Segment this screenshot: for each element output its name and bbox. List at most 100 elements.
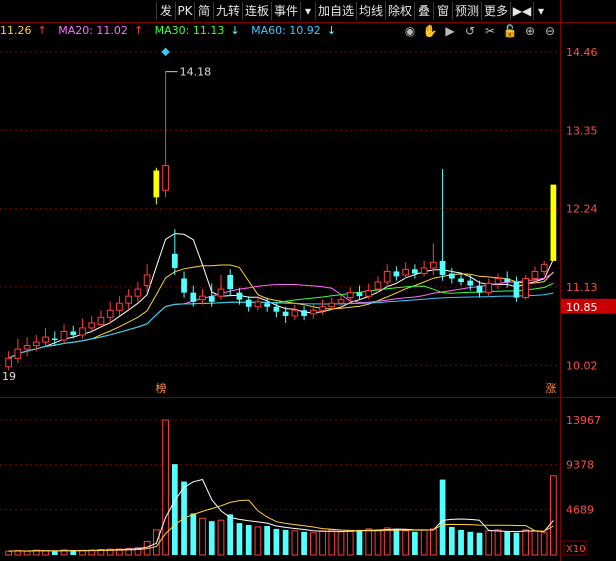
volume-bar	[374, 529, 382, 556]
left-tail-label: 19	[2, 370, 16, 383]
candle-body	[420, 267, 428, 275]
volume-bar	[245, 525, 252, 555]
ma30-line	[8, 282, 554, 359]
toolbar-button-10[interactable]: 叠	[414, 2, 433, 20]
volume-unit-label: X10	[566, 544, 586, 555]
zoom-in-icon[interactable]: ⊕	[522, 23, 538, 39]
hand-icon[interactable]: ✋	[422, 23, 438, 39]
refresh-icon[interactable]: ↺	[462, 23, 478, 39]
price-tick-label: 10.02	[566, 359, 598, 372]
volume-bar	[309, 532, 317, 556]
toolbar-button-5[interactable]: 事件	[271, 2, 300, 20]
current-price-label: 10.85	[566, 301, 598, 314]
candle-body	[5, 357, 12, 368]
volume-bar	[125, 547, 133, 556]
ma-lines	[8, 233, 554, 359]
volume-bar	[540, 532, 548, 556]
volume-bar	[522, 529, 530, 556]
volume-bar	[51, 551, 58, 555]
volume-bar	[5, 550, 12, 556]
toolbar-button-13[interactable]: 更多	[481, 2, 510, 20]
volume-bar	[181, 481, 187, 555]
price-tick-label: 13.35	[566, 124, 598, 137]
candle-body	[337, 299, 345, 304]
volume-bar	[439, 479, 446, 555]
volume-bar	[14, 550, 22, 556]
toolbar-button-11[interactable]: 窗	[433, 2, 452, 20]
top-toolbar: 发 PK 简九转 连板 事件 ▾ 加自选 均线 除权叠窗预测 更多 ▶◀ ▾	[0, 0, 616, 22]
volume-bar	[97, 549, 105, 556]
candle-body	[365, 290, 373, 297]
volume-bar	[70, 550, 77, 555]
candle-body	[181, 278, 187, 293]
volume-bar	[143, 540, 151, 556]
volume-bar	[208, 521, 215, 555]
eye-icon[interactable]: ◉	[402, 23, 418, 39]
toolbar-button-0[interactable]: 发	[156, 2, 175, 20]
chart-grid	[0, 0, 616, 561]
candle-body	[227, 274, 234, 290]
toolbar-button-4[interactable]: 连板	[242, 2, 271, 20]
candle-body	[540, 263, 548, 272]
scissors-icon[interactable]: ✂	[482, 23, 498, 39]
toolbar-button-6[interactable]: ▾	[300, 2, 315, 20]
toolbar-button-3[interactable]: 九转	[213, 2, 242, 20]
price-axis: 14.46 13.35 12.24 11.13 10.02 10.85 13967 9378 4…	[561, 46, 616, 556]
high-marker-diamond	[161, 47, 170, 57]
price-tick-label: 12.24	[566, 203, 598, 216]
zoom-out-icon[interactable]: ⊖	[542, 23, 558, 39]
candle-body	[273, 306, 280, 312]
arrow-up-icon: ↑	[37, 24, 47, 37]
volume-bar	[60, 549, 68, 556]
volume-bar	[106, 548, 114, 556]
toolbar-button-12[interactable]: 预测	[452, 2, 481, 20]
candle-body	[32, 341, 40, 347]
toolbar-button-2[interactable]: 简	[194, 2, 213, 20]
candle-body	[97, 316, 105, 325]
lock-icon[interactable]: 🔓	[502, 23, 518, 39]
toolbar-button-8[interactable]: 均线	[356, 2, 385, 20]
volume-bar	[448, 526, 455, 555]
candle-body	[14, 348, 22, 359]
candle-body	[393, 271, 400, 277]
arrow-up-icon: ↑	[133, 24, 144, 37]
candle-body	[412, 269, 418, 274]
marker-zhang: 涨	[545, 382, 556, 395]
play-icon[interactable]: ▶	[442, 23, 458, 39]
candle-body	[531, 270, 539, 280]
ma20-value: MA20: 11.02 ↑	[58, 24, 144, 37]
volume-bar	[337, 531, 345, 556]
candle-body	[374, 281, 382, 290]
candle-body	[291, 309, 299, 317]
volume-bar	[134, 547, 142, 556]
volume-bar	[531, 530, 539, 556]
volume-bar	[282, 529, 289, 555]
candle-body	[60, 330, 68, 341]
volume-bar	[402, 530, 410, 556]
candle-body	[309, 309, 317, 315]
toolbar-button-9[interactable]: 除权	[385, 2, 414, 20]
candle-body	[458, 278, 464, 283]
candle-body	[550, 184, 557, 261]
candle-body	[301, 310, 307, 316]
candle-body	[494, 278, 502, 284]
candle-body	[106, 309, 114, 318]
volume-bar	[476, 532, 483, 555]
price-tick-label: 11.13	[566, 281, 598, 294]
volume-bar	[236, 523, 243, 555]
candle-body	[190, 292, 197, 302]
toolbar-button-15[interactable]: ▾	[533, 2, 548, 20]
toolbar-button-1[interactable]: PK	[175, 2, 194, 20]
toolbar-button-14[interactable]: ▶◀	[510, 2, 533, 20]
candle-body	[264, 303, 271, 307]
candle-body	[70, 331, 77, 335]
toolbar-button-7[interactable]: 加自选	[315, 2, 356, 20]
candle-body	[429, 261, 437, 269]
volume-bar	[513, 532, 520, 555]
candle-body	[448, 273, 455, 279]
candle-body	[79, 327, 86, 336]
candle-body	[513, 282, 520, 298]
current-price-box	[561, 298, 616, 314]
candle-body	[319, 306, 326, 311]
high-price-label: 14.18	[180, 66, 212, 79]
